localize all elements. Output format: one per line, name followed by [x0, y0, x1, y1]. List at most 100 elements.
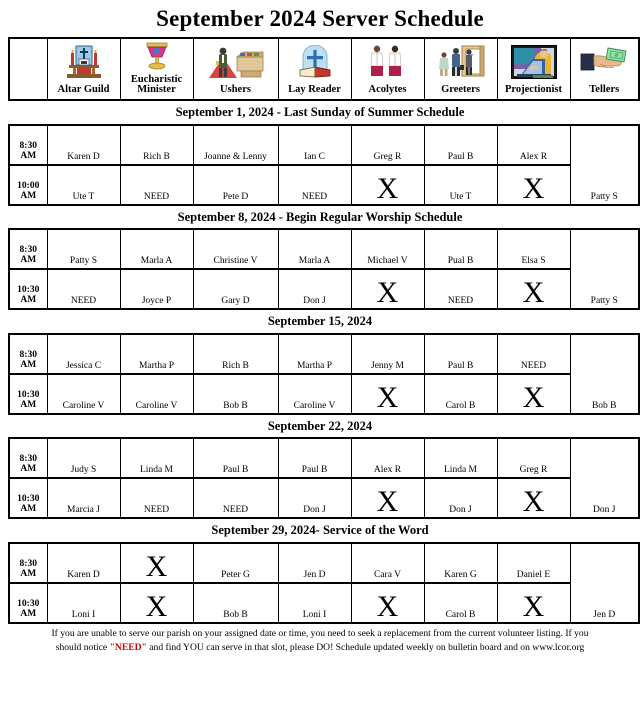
assignment-greeters: Carol B — [423, 373, 498, 414]
footer-line-1: If you are unable to serve our parish on… — [51, 627, 589, 639]
footer-line-2-suffix: and find YOU can serve in that slot, ple… — [146, 642, 585, 654]
x-mark: X — [145, 589, 168, 623]
assignment-greeters: Pual B — [423, 228, 498, 270]
assignment-altar_guild: Loni I — [46, 582, 121, 623]
table-row: 8:30 AM Karen D X Peter G Jen D Cara V Karen G… — [8, 542, 640, 624]
page-title: September 2024 Server Schedule — [156, 6, 484, 31]
assignment-projectionist: Alex R — [496, 124, 571, 166]
x-mark: X — [376, 171, 399, 205]
schedule-blocks: September 1, 2024 - Last Sunday of Summe… — [8, 101, 640, 624]
schedule-block-table: 8:30 AM Karen D Rich B Joanne & Lenny Ian CG… — [8, 123, 640, 206]
service-time-label: 8:30 AM — [8, 542, 48, 584]
header-cell-lay-reader: Lay Reader — [277, 37, 352, 101]
schedule-page: September 2024 Server Schedule Altar Gui… — [0, 0, 640, 706]
service-time-label: 10:30 AM — [8, 477, 48, 519]
header-cell-tellers: Tellers — [569, 37, 640, 101]
assignment-ushers: Gary D — [192, 268, 279, 310]
acolytes-icon — [353, 39, 423, 85]
unassigned-x-acolytes: X — [350, 164, 425, 205]
assignment-eucharistic: NEED — [119, 164, 194, 205]
assignment-ushers: Joanne & Lenny — [192, 124, 279, 166]
header-label-tellers: Tellers — [589, 84, 620, 96]
assignment-greeters: Ute T — [423, 164, 498, 205]
stained-glass-bible-icon — [280, 39, 350, 85]
assignment-acolytes: Greg R — [350, 124, 425, 166]
x-mark: X — [376, 485, 399, 518]
assignment-ushers: NEED — [192, 477, 279, 519]
assignment-acolytes: Alex R — [350, 437, 425, 479]
hand-money-icon — [572, 39, 638, 85]
header-label-projectionist: Projectionist — [505, 84, 562, 96]
assignment-eucharistic: Marla A — [119, 228, 194, 270]
assignment-altar_guild: Patty S — [46, 228, 121, 270]
assignment-altar_guild: Karen D — [46, 124, 121, 166]
header-label-greeters: Greeters — [441, 84, 480, 96]
x-mark: X — [522, 485, 545, 518]
table-row: 10:30 AM Loni I X Bob B Loni I X Carol BX — [8, 582, 639, 623]
footer-need-highlight: "NEED" — [109, 642, 147, 654]
assignment-projectionist: Greg R — [496, 437, 571, 479]
assignment-acolytes: Cara V — [350, 542, 425, 584]
assignment-greeters: Linda M — [423, 437, 498, 479]
assignment-altar_guild: Judy S — [46, 437, 121, 479]
assignment-lay_reader: NEED — [277, 164, 352, 205]
assignment-lay_reader: Ian C — [277, 124, 352, 166]
date-caption: September 1, 2024 - Last Sunday of Summe… — [175, 105, 465, 119]
table-row: 8:30 AM Judy S Linda M Paul B Paul B Alex R Li… — [8, 437, 640, 519]
chalice-icon — [122, 39, 192, 75]
table-row: 10:30 AM Caroline V Caroline V Bob B Carolin… — [8, 373, 639, 414]
x-mark: X — [522, 276, 545, 309]
role-header-table: Altar Guild Eucharistic Minister Ushers … — [8, 37, 640, 101]
unassigned-x-eucharistic: X — [119, 542, 194, 584]
header-row: Altar Guild Eucharistic Minister Ushers … — [8, 37, 640, 101]
assignment-altar_guild: Ute T — [46, 164, 121, 205]
header-cell-eucharistic-minister: Eucharistic Minister — [119, 37, 194, 101]
table-row: 10:30 AM NEED Joyce P Gary D Don J X NEED X — [8, 268, 639, 310]
assignment-greeters: Don J — [423, 477, 498, 519]
assignment-ushers: Paul B — [192, 437, 279, 479]
service-time-label: 8:30 AM — [8, 228, 48, 270]
service-time-label: 10:00 AM — [8, 164, 48, 205]
assignment-greeters: Carol B — [423, 582, 498, 623]
assignment-ushers: Peter G — [192, 542, 279, 584]
assignment-eucharistic: NEED — [119, 477, 194, 519]
unassigned-x-acolytes: X — [350, 582, 425, 623]
header-label-lay-reader: Lay Reader — [288, 84, 341, 96]
assignment-ushers: Bob B — [192, 582, 279, 623]
x-mark: X — [522, 171, 545, 205]
unassigned-x-acolytes: X — [350, 477, 425, 519]
header-cell-acolytes: Acolytes — [350, 37, 425, 101]
assignment-altar_guild: Karen D — [46, 542, 121, 584]
assignment-lay_reader: Paul B — [277, 437, 352, 479]
x-mark: X — [522, 380, 545, 414]
unassigned-x-projectionist: X — [496, 582, 571, 623]
assignment-greeters: Paul B — [423, 124, 498, 166]
table-row: 8:30 AM Karen D Rich B Joanne & Lenny Ian CG… — [8, 124, 640, 206]
assignment-lay_reader: Martha P — [277, 333, 352, 375]
header-cell-altar-guild: Altar Guild — [46, 37, 121, 101]
assignment-projectionist: Elsa S — [496, 228, 571, 270]
header-label-acolytes: Acolytes — [368, 84, 407, 96]
header-label-ushers: Ushers — [220, 84, 251, 96]
date-caption: September 15, 2024 — [267, 314, 373, 328]
table-row: 8:30 AM Jessica C Martha P Rich B Martha P Je… — [8, 333, 640, 415]
schedule-block-table: 8:30 AM Karen D X Peter G Jen D Cara V Karen G… — [8, 541, 640, 624]
assignment-tellers: Don J — [569, 437, 640, 519]
unassigned-x-projectionist: X — [496, 477, 571, 519]
unassigned-x-projectionist: X — [496, 268, 571, 310]
table-row: 8:30 AM Patty S Marla A Christine V Marla AM… — [8, 228, 640, 310]
assignment-lay_reader: Loni I — [277, 582, 352, 623]
assignment-eucharistic: Caroline V — [119, 373, 194, 414]
service-time-label: 8:30 AM — [8, 333, 48, 375]
x-mark: X — [376, 276, 399, 309]
unassigned-x-projectionist: X — [496, 373, 571, 414]
service-time-label: 8:30 AM — [8, 437, 48, 479]
assignment-ushers: Christine V — [192, 228, 279, 270]
footer-line-2-prefix: should notice — [55, 642, 110, 654]
assignment-tellers: Patty S — [569, 124, 640, 206]
header-cell-time — [8, 37, 48, 101]
x-mark: X — [522, 589, 545, 623]
header-cell-greeters: Greeters — [423, 37, 498, 101]
service-time-label: 10:30 AM — [8, 582, 48, 623]
schedule-block-table: 8:30 AM Patty S Marla A Christine V Marla AM… — [8, 228, 640, 310]
